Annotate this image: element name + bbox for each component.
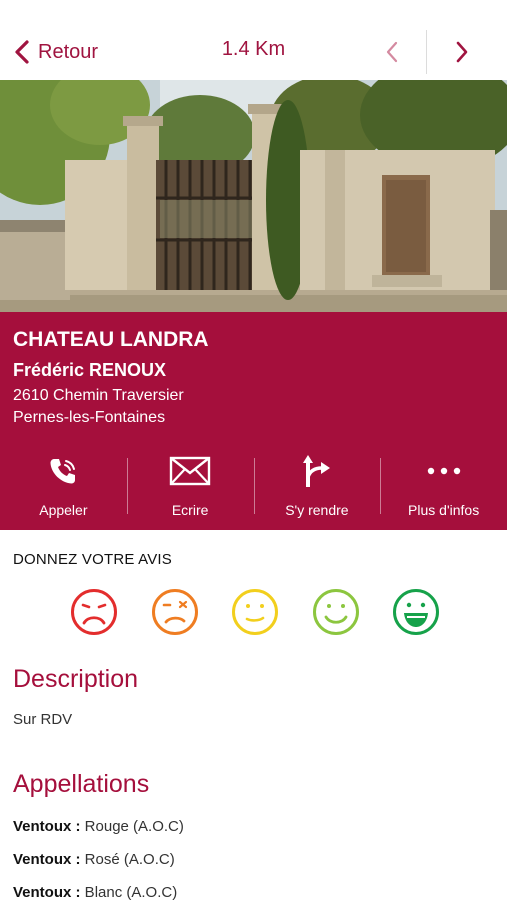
very-sad-face-icon xyxy=(71,589,117,635)
appellation-name: Ventoux : xyxy=(13,884,81,901)
appellation-item: Ventoux : Rouge (A.O.C) xyxy=(13,818,184,835)
owner-name: Frédéric RENOUX xyxy=(13,360,167,380)
next-button[interactable] xyxy=(448,38,476,66)
appellations-title: Appellations xyxy=(13,770,150,798)
directions-icon xyxy=(302,455,330,487)
call-button[interactable]: Appeler xyxy=(0,452,127,520)
neutral-face-icon xyxy=(232,589,278,635)
address-line-1: 2610 Chemin Traversier xyxy=(13,387,184,404)
appellation-value: Rosé (A.O.C) xyxy=(80,851,175,868)
rating-good[interactable] xyxy=(312,588,360,636)
chevron-left-icon xyxy=(15,40,29,64)
rating-very-good[interactable] xyxy=(392,588,440,636)
directions-button[interactable]: S'y rendre xyxy=(253,452,381,520)
domain-photo xyxy=(0,80,507,312)
more-icon xyxy=(427,467,460,475)
rating-very-bad[interactable] xyxy=(70,588,118,636)
sad-face-icon xyxy=(151,589,198,635)
call-label: Appeler xyxy=(39,502,88,518)
domain-info-panel: CHATEAU LANDRA Frédéric RENOUX 2610 Chem… xyxy=(0,312,507,530)
write-label: Ecrire xyxy=(171,502,209,518)
appellation-item: Ventoux : Blanc (A.O.C) xyxy=(13,884,177,901)
appellation-item: Ventoux : Rosé (A.O.C) xyxy=(13,851,175,868)
chevron-left-icon xyxy=(386,41,398,63)
previous-button[interactable] xyxy=(378,38,406,66)
description-title: Description xyxy=(13,665,139,693)
happy-face-icon xyxy=(312,589,359,635)
top-bar: Retour 1.4 Km xyxy=(0,0,507,80)
domain-name: CHATEAU LANDRA xyxy=(13,328,209,351)
nav-divider xyxy=(426,30,427,74)
chevron-right-icon xyxy=(456,41,468,63)
appellation-name: Ventoux : xyxy=(13,818,81,835)
envelope-icon xyxy=(169,456,211,486)
address-line-2: Pernes-les-Fontaines xyxy=(13,409,166,426)
description-text: Sur RDV xyxy=(13,711,73,728)
appellation-value: Rouge (A.O.C) xyxy=(80,818,184,835)
more-info-label: Plus d'infos xyxy=(408,502,480,518)
appellation-name: Ventoux : xyxy=(13,851,81,868)
more-info-button[interactable]: Plus d'infos xyxy=(380,452,507,520)
rating-title: DONNEZ VOTRE AVIS xyxy=(13,551,172,568)
back-label: Retour xyxy=(38,40,99,63)
appellation-value: Blanc (A.O.C) xyxy=(80,884,178,901)
rating-bad[interactable] xyxy=(151,588,199,636)
action-bar: Appeler Ecrire S'y rendre Plus d'infos xyxy=(0,452,507,520)
very-happy-face-icon xyxy=(393,589,439,635)
write-button[interactable]: Ecrire xyxy=(126,452,254,520)
rating-neutral[interactable] xyxy=(231,588,279,636)
back-button[interactable]: Retour xyxy=(12,36,98,68)
directions-label: S'y rendre xyxy=(285,502,349,518)
phone-icon xyxy=(50,459,76,484)
rating-options xyxy=(70,588,440,638)
